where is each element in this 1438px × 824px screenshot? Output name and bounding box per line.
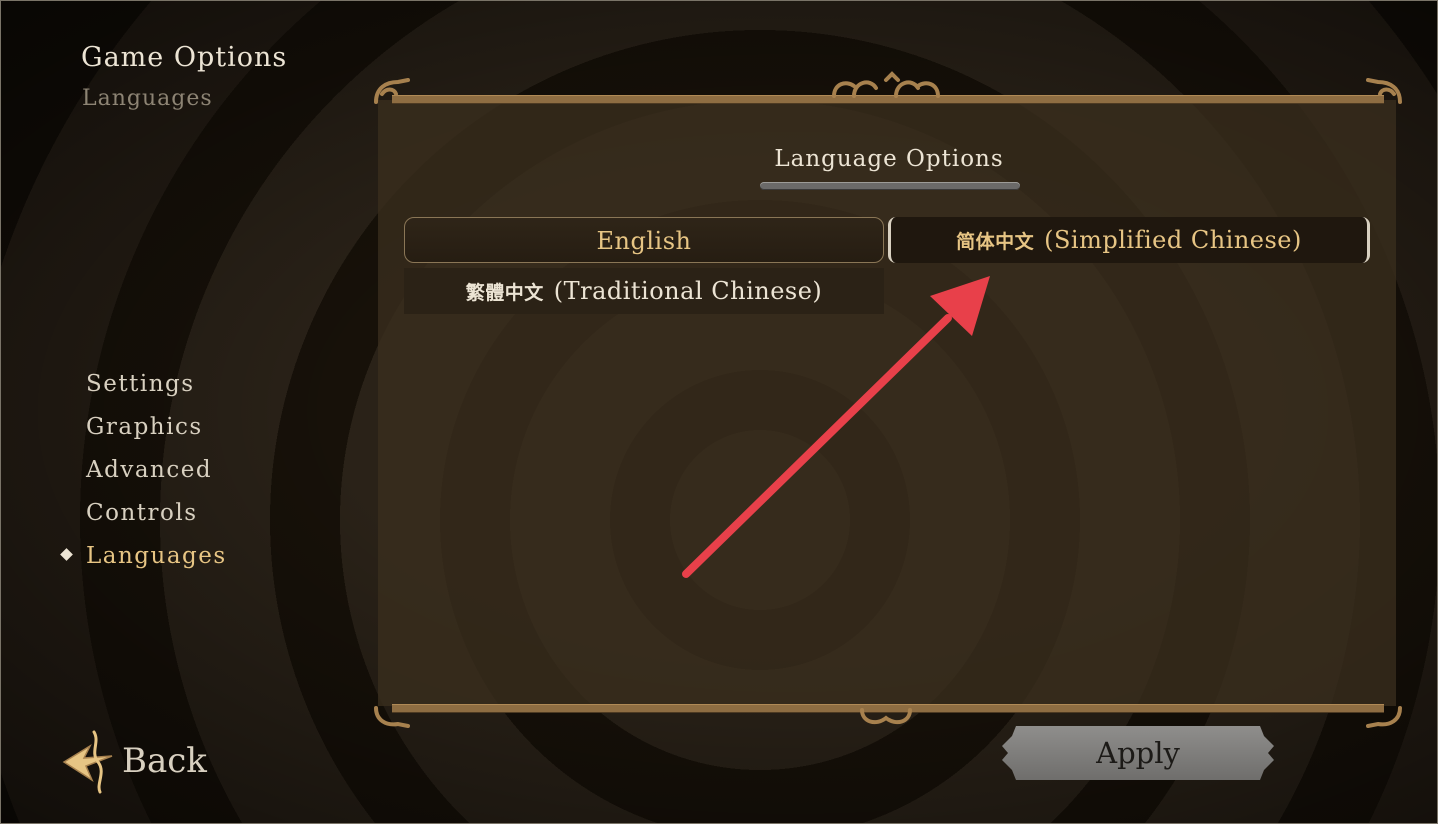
apply-label: Apply: [1096, 736, 1180, 770]
nav-item-label: Languages: [86, 543, 227, 569]
frame-scroll-ornament-icon: [1366, 78, 1402, 104]
apply-button[interactable]: Apply: [1002, 726, 1274, 780]
frame-scroll-ornament-icon: [374, 78, 410, 104]
frame-scroll-ornament-icon: [1366, 706, 1402, 728]
language-native-name: 繁體中文: [465, 282, 544, 304]
language-option-traditional-chinese[interactable]: 繁體中文 (Traditional Chinese): [404, 268, 884, 314]
nav-item-graphics[interactable]: Graphics: [86, 409, 227, 452]
page-title: Game Options: [81, 42, 288, 73]
nav-item-label: Graphics: [86, 414, 203, 440]
page-subtitle: Languages: [82, 86, 213, 111]
back-label: Back: [122, 741, 207, 781]
language-panel: [378, 100, 1396, 706]
heading-underline: [760, 182, 1020, 190]
panel-heading: Language Options: [774, 146, 1004, 172]
nav-item-advanced[interactable]: Advanced: [86, 452, 227, 495]
nav-item-controls[interactable]: Controls: [86, 495, 227, 538]
nav-item-label: Controls: [86, 500, 198, 526]
language-native-name: 简体中文: [956, 231, 1035, 253]
back-button[interactable]: Back: [60, 726, 207, 796]
frame-scroll-ornament-icon: [832, 71, 940, 98]
nav-item-label: Advanced: [86, 457, 213, 483]
language-name: English: [596, 227, 692, 255]
language-name: (Traditional Chinese): [553, 277, 823, 305]
frame-scroll-ornament-icon: [374, 706, 410, 728]
ornate-back-arrow-icon: [62, 730, 113, 794]
language-name: (Simplified Chinese): [1044, 226, 1302, 254]
nav-item-settings[interactable]: Settings: [86, 366, 227, 409]
options-nav: Settings Graphics Advanced Controls Lang…: [60, 366, 227, 581]
nav-item-label: Settings: [86, 371, 195, 397]
frame-scroll-ornament-icon: [860, 708, 912, 725]
nav-item-languages[interactable]: Languages: [60, 538, 227, 581]
language-option-english[interactable]: English: [404, 217, 884, 263]
language-option-simplified-chinese[interactable]: 简体中文 (Simplified Chinese): [888, 217, 1370, 263]
game-options-screen: Game Options Languages Settings Graphics…: [0, 0, 1438, 824]
